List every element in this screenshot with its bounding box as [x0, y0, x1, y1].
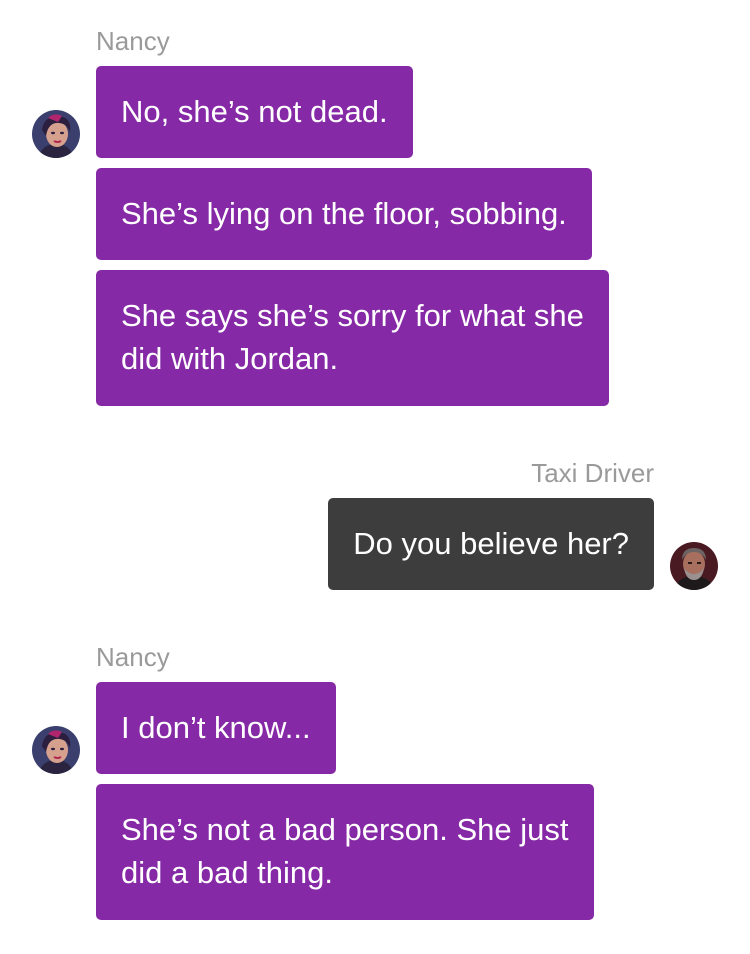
message-text: I don’t know... — [121, 710, 311, 745]
message-bubble: She says she’s sorry for what she did wi… — [96, 270, 609, 406]
message-bubble: I don’t know... — [96, 682, 336, 774]
message-text: Do you believe her? — [353, 526, 629, 561]
sender-name-nancy: Nancy — [96, 26, 170, 56]
message-bubble: She’s lying on the floor, sobbing. — [96, 168, 592, 260]
message-text: did with Jordan. — [121, 341, 339, 376]
message-text: did a bad thing. — [121, 855, 334, 890]
nancy-avatar-icon[interactable] — [32, 726, 80, 774]
message-text: She’s not a bad person. She just — [121, 812, 569, 847]
message-bubble: She’s not a bad person. She just did a b… — [96, 784, 594, 920]
message-text: She’s lying on the floor, sobbing. — [121, 196, 567, 231]
sender-name-nancy: Nancy — [96, 642, 170, 672]
message-bubble: No, she’s not dead. — [96, 66, 413, 158]
message-bubble: Do you believe her? — [328, 498, 654, 590]
taxi-driver-avatar-icon[interactable] — [670, 542, 718, 590]
message-text: She says she’s sorry for what she — [121, 298, 584, 333]
sender-name-taxi-driver: Taxi Driver — [531, 458, 654, 488]
nancy-avatar-icon[interactable] — [32, 110, 80, 158]
message-text: No, she’s not dead. — [121, 94, 388, 129]
